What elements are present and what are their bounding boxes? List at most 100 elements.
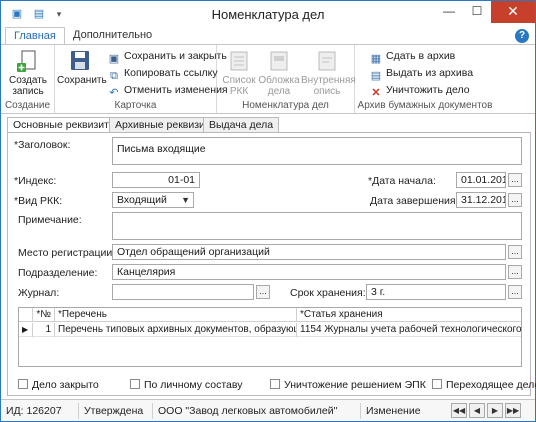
transitional-label: Переходящее дело [446, 379, 536, 391]
grid-header: *№ *Перечень *Статья хранения [19, 308, 521, 322]
to-archive-label: Сдать в архив [386, 50, 456, 62]
copy-link-icon: ⧉ [110, 70, 118, 82]
form-tabs: Основные реквизиты Архивные реквизиты Вы… [7, 117, 531, 134]
rkk-type-select[interactable]: Входящий ▼ [112, 192, 194, 208]
rkk-list-button[interactable]: Список РКК [219, 49, 259, 97]
term-label: Срок хранения: [290, 287, 366, 299]
term-field[interactable]: 3 г. [366, 284, 506, 300]
tab-case-issue[interactable]: Выдача дела [203, 117, 280, 133]
prev-record-button[interactable]: ◀ [469, 403, 485, 418]
grid-header-list[interactable]: *Перечень [55, 308, 297, 322]
minimize-button[interactable]: — [435, 1, 463, 23]
internal-inventory-label: Внутренняя опись [301, 75, 356, 97]
start-date-label: *Дата начала: [368, 175, 436, 187]
last-record-button[interactable]: ▶▶ [505, 403, 521, 418]
transitional-checkbox[interactable]: Переходящее дело [432, 379, 536, 391]
place-field[interactable]: Отдел обращений организаций [112, 244, 506, 260]
tab-main[interactable]: Главная [5, 27, 65, 45]
grid-header-num[interactable]: *№ [33, 308, 55, 322]
copy-link-label: Копировать ссылку [124, 67, 218, 79]
from-archive-button[interactable]: ▤ Выдать из архива [369, 65, 474, 82]
from-archive-label: Выдать из архива [386, 67, 474, 79]
personnel-checkbox[interactable]: По личному составу [130, 379, 243, 391]
status-bar: ИД: 126207 Утверждена ООО "Завод легковы… [1, 399, 535, 421]
cover-icon [266, 49, 292, 73]
case-cover-label: Обложка дела [258, 75, 300, 97]
destroy-icon: ✕ [371, 87, 381, 99]
epk-destroy-checkbox[interactable]: Уничтожение решением ЭПК [270, 379, 426, 391]
personnel-label: По личному составу [144, 379, 243, 391]
dept-field[interactable]: Канцелярия [112, 264, 506, 280]
ribbon: Создать запись Создание Сохранить ▣ Сохра… [1, 44, 535, 114]
help-icon[interactable]: ? [515, 29, 529, 43]
rkk-type-label: *Вид РКК: [14, 195, 63, 207]
closed-checkbox[interactable]: Дело закрыто [18, 379, 99, 391]
end-date-field[interactable]: 31.12.2017 [456, 192, 506, 208]
group-nomenclature-label: Номенклатура дел [242, 100, 329, 111]
rkk-type-value: Входящий [117, 194, 167, 206]
close-button[interactable]: ✕ [491, 1, 535, 23]
row-list: Перечень типовых архивных документов, об… [55, 323, 297, 337]
term-picker-button[interactable]: ... [508, 285, 522, 299]
group-create-label: Создание [4, 100, 51, 111]
create-record-label: Создать запись [8, 75, 47, 97]
title-field[interactable]: Письма входящие [112, 137, 522, 165]
end-date-picker-button[interactable]: ... [508, 193, 522, 207]
floppy-icon [67, 49, 93, 73]
maximize-button[interactable]: ☐ [463, 1, 491, 23]
copy-link-button[interactable]: ⧉ Копировать ссылку [107, 65, 218, 82]
place-label: Место регистрации: [18, 247, 116, 259]
row-num: 1 [33, 323, 55, 337]
note-field[interactable] [112, 212, 522, 240]
dept-label: Подразделение: [18, 267, 98, 279]
to-archive-button[interactable]: ▦ Сдать в архив [369, 48, 456, 65]
title-label: *Заголовок: [14, 139, 71, 151]
place-picker-button[interactable]: ... [508, 245, 522, 259]
index-field[interactable]: 01-01 [112, 172, 200, 188]
save-close-icon: ▣ [108, 53, 120, 65]
grid-header-article[interactable]: *Статья хранения [297, 308, 521, 322]
journal-picker-button[interactable]: ... [256, 285, 270, 299]
journal-field[interactable] [112, 284, 254, 300]
start-date-field[interactable]: 01.01.2015 [456, 172, 506, 188]
row-article: 1154 Журналы учета рабочей технологическ… [300, 324, 521, 335]
save-close-label: Сохранить и закрыть [124, 50, 227, 62]
start-date-picker-button[interactable]: ... [508, 173, 522, 187]
undo-changes-button[interactable]: ↶ Отменить изменения [107, 82, 228, 99]
list-icon [226, 49, 252, 73]
checkbox-box [432, 379, 442, 389]
case-cover-button[interactable]: Обложка дела [257, 49, 301, 97]
epk-destroy-label: Уничтожение решением ЭПК [284, 379, 426, 391]
rkk-list-label: Список РКК [222, 75, 256, 97]
inventory-icon [314, 49, 340, 73]
group-create: Создать запись Создание [1, 45, 55, 113]
save-button[interactable]: Сохранить [57, 49, 107, 86]
checkbox-box [270, 379, 280, 389]
group-card: Сохранить ▣ Сохранить и закрыть ⧉ Копирова… [55, 45, 228, 113]
dept-picker-button[interactable]: ... [508, 265, 522, 279]
table-row[interactable]: ▶ 1 Перечень типовых архивных документов… [19, 323, 521, 337]
destroy-case-button[interactable]: ✕ Уничтожить дело [369, 82, 469, 99]
closed-label: Дело закрыто [32, 379, 99, 391]
undo-changes-label: Отменить изменения [124, 84, 228, 96]
create-record-button[interactable]: Создать запись [5, 49, 51, 97]
end-date-label: Дата завершения: [370, 195, 459, 207]
organization: ООО "Завод легковых автомобилей" [153, 403, 361, 419]
tab-additional[interactable]: Дополнительно [65, 27, 160, 45]
first-record-button[interactable]: ◀◀ [451, 403, 467, 418]
next-record-button[interactable]: ▶ [487, 403, 503, 418]
group-nomenclature: Список РКК Обложка дела Внутренняя опись… [217, 45, 356, 113]
record-state: Утверждена [79, 403, 153, 419]
new-document-icon [15, 49, 41, 73]
archive-out-icon: ▤ [370, 70, 382, 82]
title-bar: ▣ ▤ ▾ Номенклатура дел — ☐ ✕ [1, 1, 535, 28]
edit-mode: Изменение [366, 405, 421, 417]
internal-inventory-button[interactable]: Внутренняя опись [301, 49, 356, 97]
checkbox-box [18, 379, 28, 389]
save-close-button[interactable]: ▣ Сохранить и закрыть [107, 48, 227, 65]
group-archive: ▦ Сдать в архив ▤ Выдать из архива ✕ Уничто… [355, 45, 493, 113]
journal-label: Журнал: [18, 287, 60, 299]
checkbox-box [130, 379, 140, 389]
lists-grid: *№ *Перечень *Статья хранения ▶ 1 Перече… [18, 307, 522, 367]
chevron-down-icon: ▼ [181, 195, 190, 205]
